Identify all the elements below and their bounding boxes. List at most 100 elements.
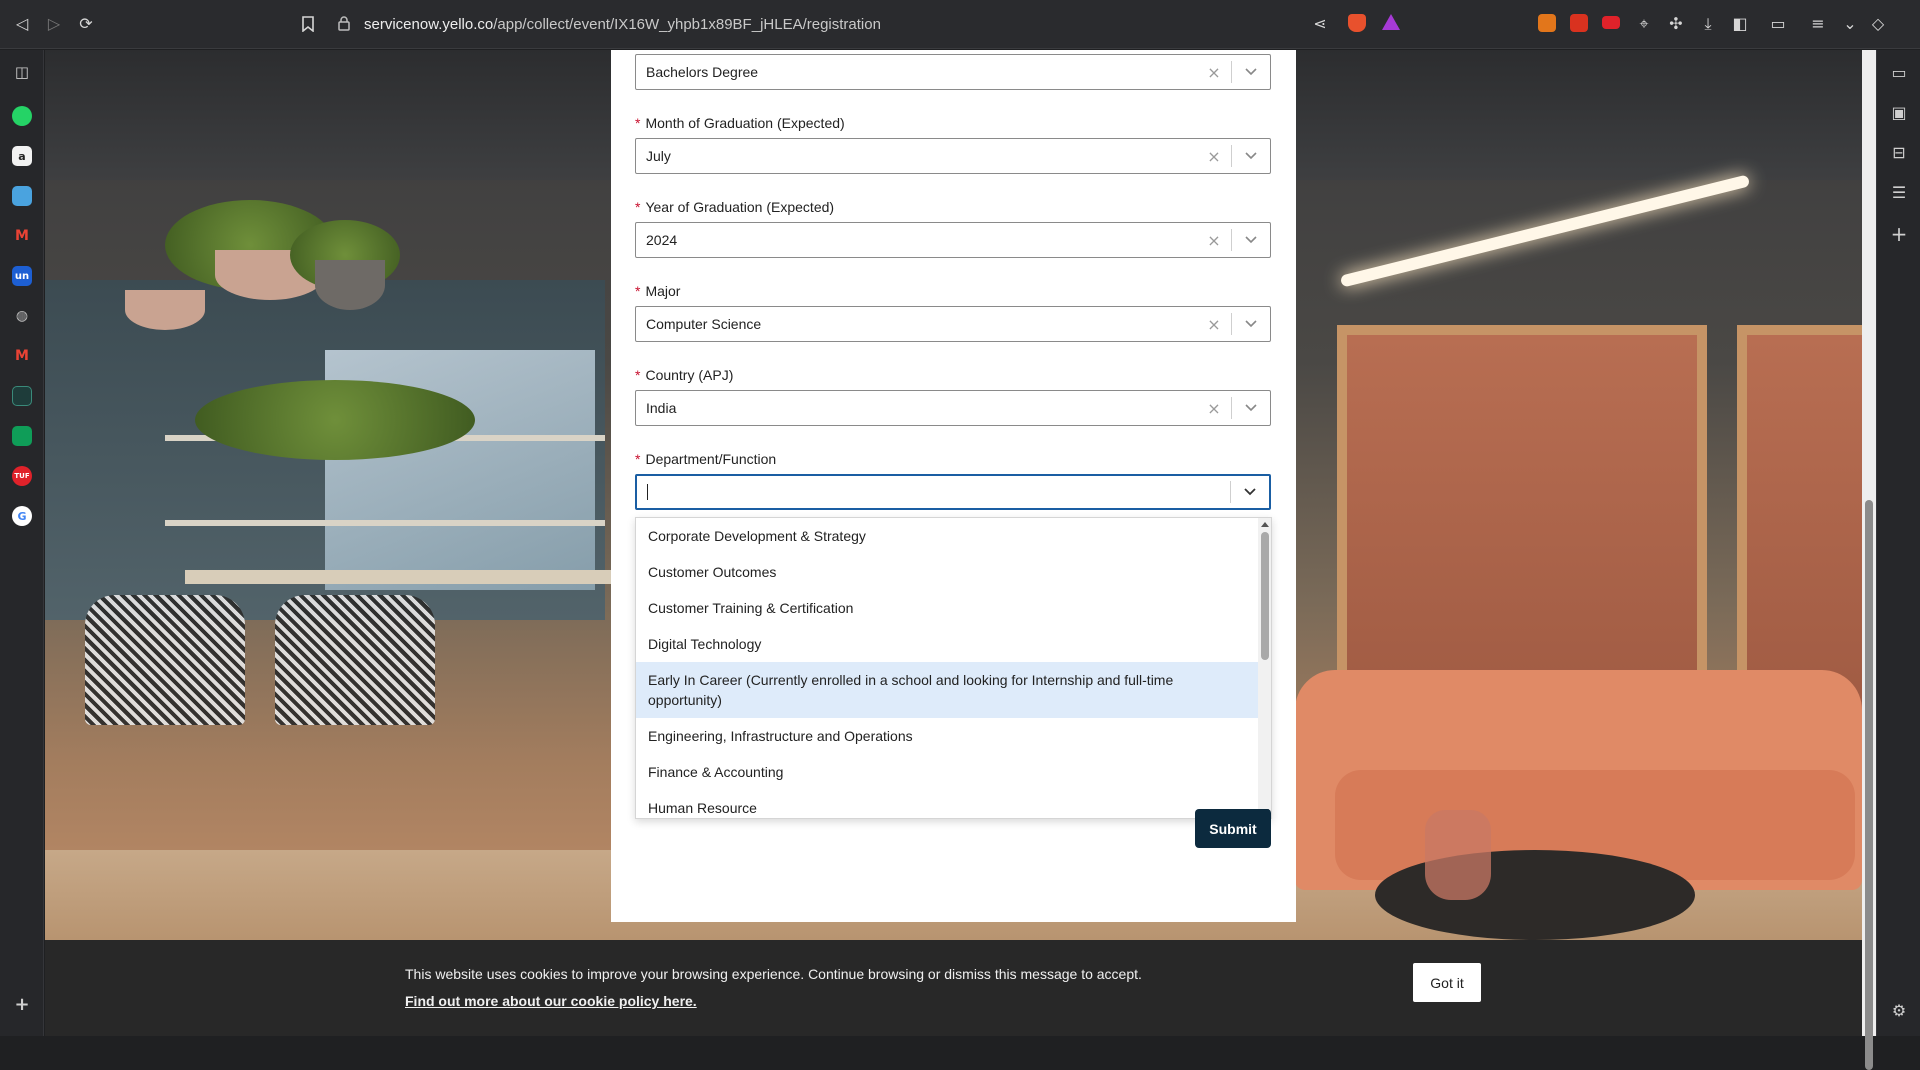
back-icon[interactable]: ◁ (10, 12, 34, 36)
diamond-icon[interactable]: ◇ (1866, 12, 1890, 36)
photo-chair (85, 595, 245, 725)
cookie-message: This website uses cookies to improve you… (405, 966, 1142, 982)
country-label: * Country (APJ) (635, 367, 733, 383)
dropdown-option[interactable]: Customer Training & Certification (636, 590, 1258, 626)
cookie-banner: This website uses cookies to improve you… (45, 940, 1862, 1036)
registration-form: Bachelors Degree × * Month of Graduation … (611, 50, 1296, 922)
clear-icon[interactable]: × (1197, 231, 1231, 250)
photo-chair (275, 595, 435, 725)
wallet-icon[interactable]: ▭ (1766, 12, 1790, 36)
country-value: India (646, 400, 677, 416)
globe-icon[interactable]: ◍ (12, 306, 32, 326)
dropdown-scrollbar[interactable] (1258, 518, 1271, 818)
address-bar[interactable]: servicenow.yello.co/app/collect/event/IX… (290, 9, 1340, 39)
department-select[interactable] (635, 474, 1271, 510)
dropdown-option[interactable]: Finance & Accounting (636, 754, 1258, 790)
graduation-year-value: 2024 (646, 232, 678, 248)
reading-mode-icon[interactable]: ▭ (1887, 60, 1911, 84)
sheets-icon[interactable] (12, 426, 32, 446)
submit-button[interactable]: Submit (1195, 809, 1271, 848)
clear-icon[interactable]: × (1197, 315, 1231, 334)
page-scroll-thumb[interactable] (1865, 500, 1873, 1070)
clear-icon[interactable]: × (1197, 399, 1231, 418)
wallet-panel-icon[interactable]: ▣ (1887, 100, 1911, 124)
graduation-year-label: * Year of Graduation (Expected) (635, 199, 834, 215)
reload-icon[interactable]: ⟳ (74, 12, 98, 36)
gmail-alt-icon[interactable]: M (12, 346, 32, 366)
share-icon[interactable]: ⋖ (1308, 12, 1332, 36)
degree-select[interactable]: Bachelors Degree × (635, 54, 1271, 90)
dropdown-scroll-thumb[interactable] (1261, 532, 1269, 660)
extension-c-icon[interactable] (1570, 14, 1588, 32)
add-panel-icon[interactable]: + (12, 994, 32, 1015)
lock-icon (338, 16, 350, 36)
major-select[interactable]: Computer Science × (635, 306, 1271, 342)
cursor-ext-icon[interactable]: ⌖ (1632, 12, 1656, 36)
graduation-month-select[interactable]: July × (635, 138, 1271, 174)
dropdown-option[interactable]: Digital Technology (636, 626, 1258, 662)
clear-icon[interactable]: × (1197, 147, 1231, 166)
forward-icon[interactable]: ▷ (42, 12, 66, 36)
brave-shield-icon[interactable] (1348, 14, 1366, 32)
chevron-down-icon[interactable] (1232, 68, 1270, 76)
url-host: servicenow.yello.co (364, 15, 494, 33)
chevron-down-icon[interactable]: ⌄ (1838, 12, 1862, 36)
chat-icon[interactable] (12, 186, 32, 206)
cookie-policy-link[interactable]: Find out more about our cookie policy he… (405, 993, 697, 1009)
right-sidebar: ▭ ▣ ⊟ ☰ + ⚙ (1876, 50, 1920, 1036)
downloads-icon[interactable]: ⤓ (1696, 12, 1720, 36)
add-panel-icon[interactable]: + (1887, 222, 1911, 246)
extensions-icon[interactable]: ✣ (1664, 12, 1688, 36)
dropdown-option[interactable]: Customer Outcomes (636, 554, 1258, 590)
got-it-button[interactable]: Got it (1413, 963, 1481, 1002)
bookmarks-panel-icon[interactable]: ⊟ (1887, 140, 1911, 164)
chevron-down-icon[interactable] (1232, 404, 1270, 412)
degree-value: Bachelors Degree (646, 64, 759, 80)
country-label-text: Country (APJ) (645, 367, 734, 383)
reading-list-icon[interactable]: ☰ (1887, 180, 1911, 204)
required-mark: * (635, 115, 641, 131)
sidebar-panel-icon[interactable]: ◫ (12, 62, 32, 82)
required-mark: * (635, 367, 641, 383)
chevron-down-icon[interactable] (1232, 236, 1270, 244)
page-scrollbar[interactable] (1862, 50, 1876, 1070)
chevron-down-icon[interactable] (1231, 488, 1269, 496)
photo-pot (315, 260, 385, 310)
unstop-icon[interactable]: un (12, 266, 32, 286)
country-select[interactable]: India × (635, 390, 1271, 426)
google-icon[interactable]: G (12, 506, 32, 526)
amazon-icon[interactable]: a (12, 146, 32, 166)
youtube-ext-icon[interactable] (1602, 16, 1620, 29)
gmail-icon[interactable]: M (12, 226, 32, 246)
scroll-up-icon[interactable] (1261, 522, 1269, 527)
graduation-month-value: July (646, 148, 671, 164)
dropdown-option[interactable]: Corporate Development & Strategy (636, 518, 1258, 554)
tui-icon[interactable]: TUF (12, 466, 32, 486)
required-mark: * (635, 199, 641, 215)
chevron-down-icon[interactable] (1232, 320, 1270, 328)
page-viewport: Bachelors Degree × * Month of Graduation … (45, 50, 1862, 1036)
required-mark: * (635, 451, 641, 467)
sidebar-toggle-icon[interactable]: ◧ (1728, 12, 1752, 36)
photo-coffee-table (1375, 850, 1695, 940)
menu-icon[interactable]: ≡ (1806, 12, 1830, 36)
app-icon[interactable] (12, 386, 32, 406)
photo-vase (1425, 810, 1491, 900)
photo-booth (1737, 325, 1862, 725)
chevron-down-icon[interactable] (1232, 152, 1270, 160)
browser-toolbar: ◁ ▷ ⟳ servicenow.yello.co/app/collect/ev… (0, 0, 1920, 49)
dropdown-option[interactable]: Engineering, Infrastructure and Operatio… (636, 718, 1258, 754)
settings-gear-icon[interactable]: ⚙ (1887, 998, 1911, 1022)
department-label-text: Department/Function (645, 451, 777, 467)
graduation-year-select[interactable]: 2024 × (635, 222, 1271, 258)
dropdown-option[interactable]: Human Resource (636, 790, 1258, 818)
url-path: /app/collect/event/IX16W_yhpb1x89BF_jHLE… (493, 15, 881, 33)
left-sidebar: ◫ a M un ◍ M TUF G + (0, 50, 44, 1036)
clear-icon[interactable]: × (1197, 63, 1231, 82)
whatsapp-icon[interactable] (12, 106, 32, 126)
brave-rewards-icon[interactable] (1382, 14, 1400, 30)
major-label: * Major (635, 283, 680, 299)
photo-booth (1337, 325, 1707, 725)
metamask-icon[interactable] (1538, 14, 1556, 32)
dropdown-option-highlighted[interactable]: Early In Career (Currently enrolled in a… (636, 662, 1258, 718)
